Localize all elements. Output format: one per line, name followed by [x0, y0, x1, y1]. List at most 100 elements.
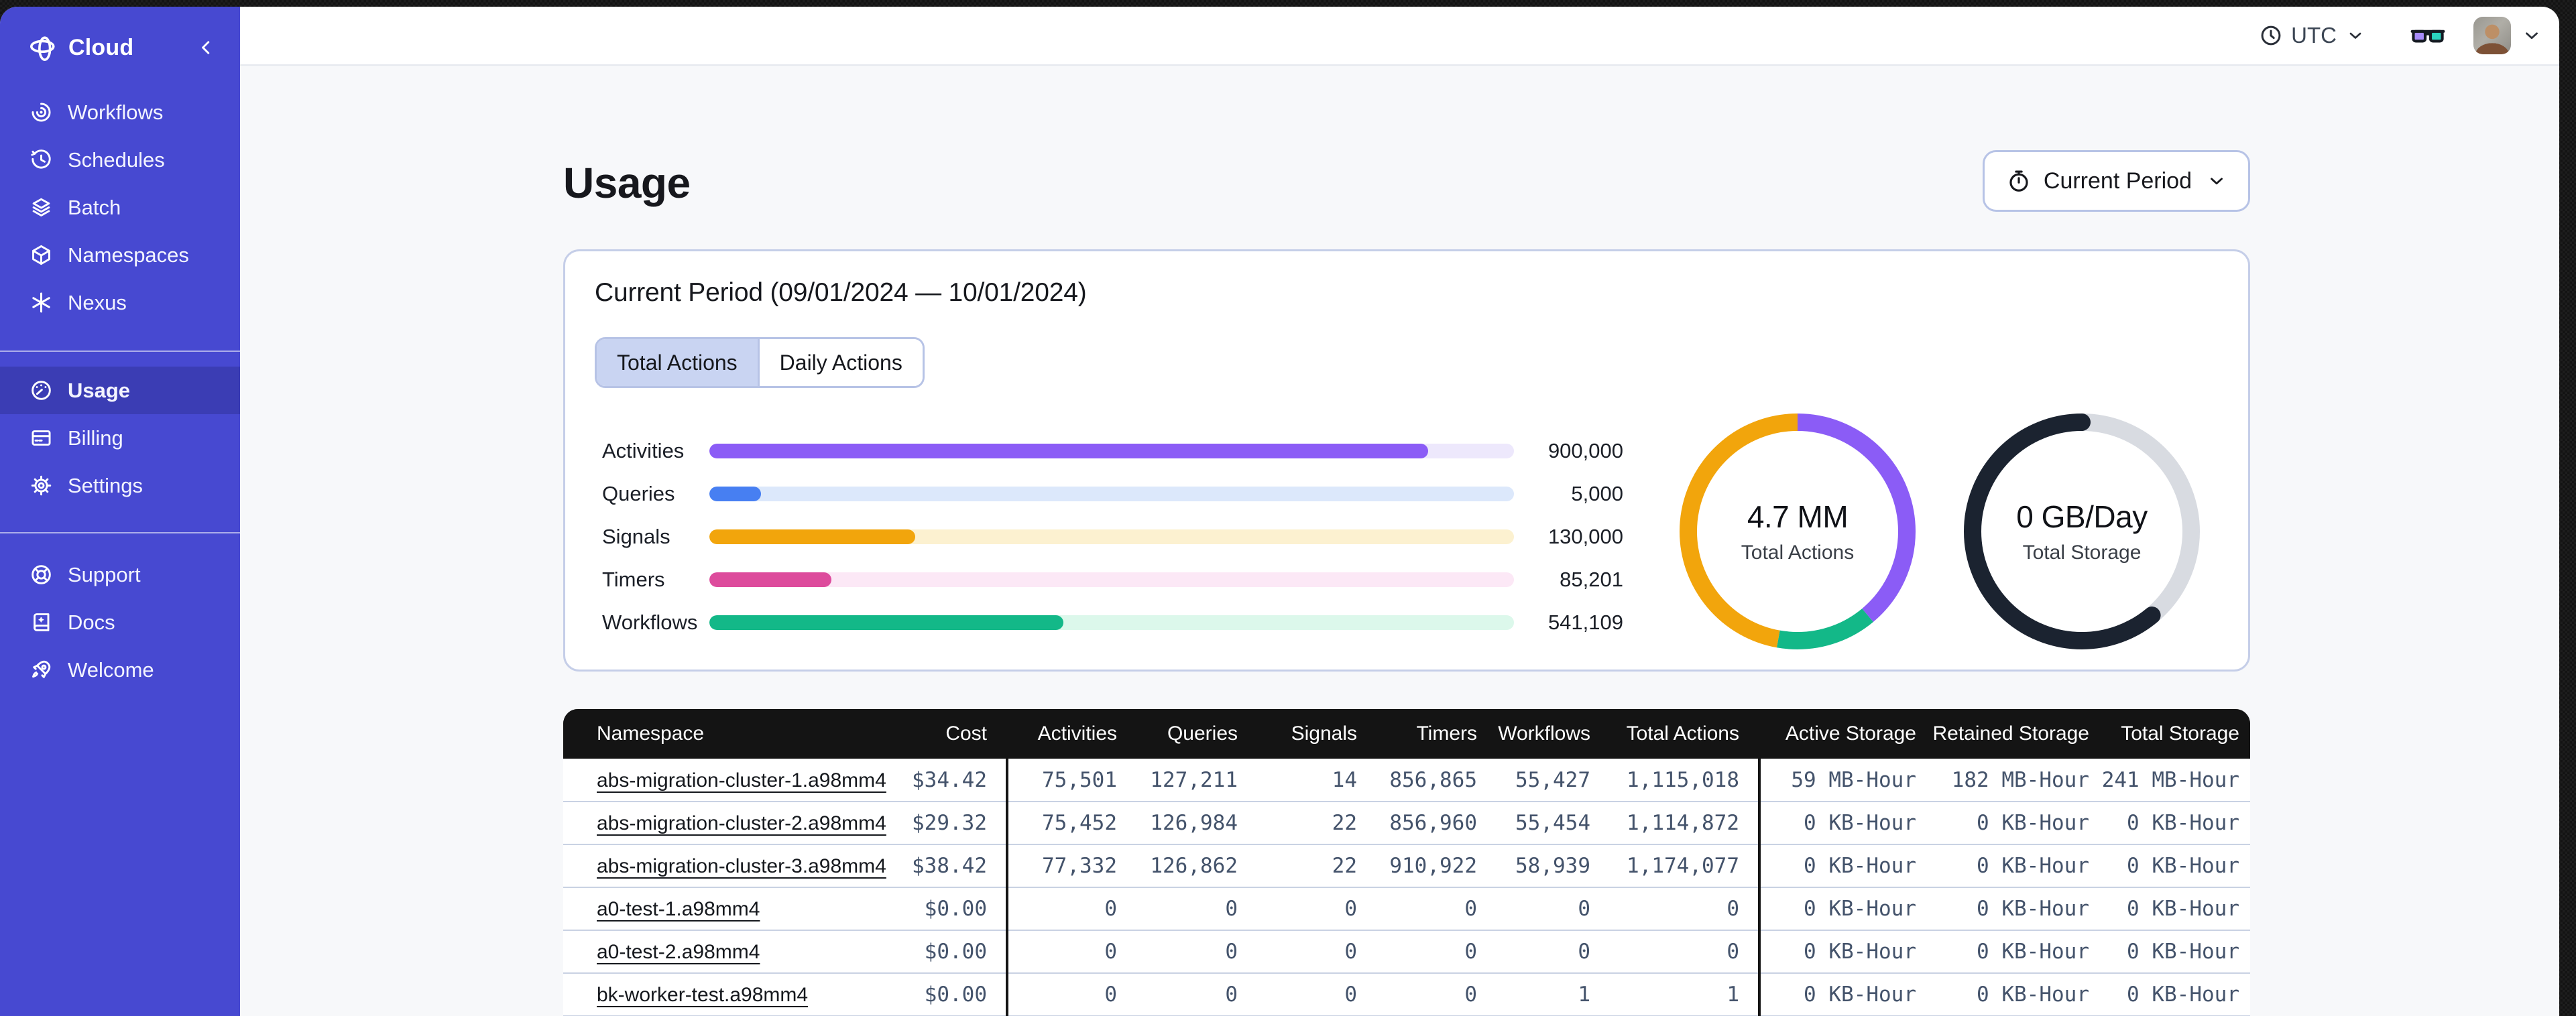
- namespace-cell: a0-test-1.a98mm4: [563, 887, 898, 931]
- value-cell: 1,174,077: [1609, 844, 1759, 888]
- value-cell: 22: [1256, 802, 1376, 845]
- sidebar: Cloud Workflows Schedules Batch Namespac…: [0, 7, 240, 1016]
- bar-fill: [709, 615, 1063, 630]
- value-cell: 0 KB-Hour: [1758, 887, 1927, 931]
- feedback-glasses-icon[interactable]: [2409, 21, 2447, 50]
- usage-bar-row-workflows: Workflows 541,109: [602, 601, 1623, 644]
- schedules-icon: [31, 149, 51, 169]
- value-cell: 0: [1376, 930, 1496, 974]
- total-storage-value: 0 GB/Day: [2016, 499, 2148, 534]
- tab-daily-actions[interactable]: Daily Actions: [757, 339, 923, 386]
- column-header-retained-storage: Retained Storage: [1927, 709, 2100, 759]
- screenshot-root: { "sidebar": { "header": { "label": "Clo…: [0, 0, 2576, 1016]
- value-cell: $0.00: [898, 887, 1007, 931]
- batch-layers-icon: [32, 198, 50, 216]
- value-cell: 0 KB-Hour: [1758, 973, 1927, 1016]
- settings-gear-icon: [31, 475, 52, 496]
- table-row: abs-migration-cluster-1.a98mm4 $34.42 75,5…: [563, 759, 2250, 802]
- bar-label: Activities: [602, 439, 685, 462]
- value-cell: 0: [1376, 887, 1496, 931]
- column-header-namespace: Namespace: [563, 709, 898, 759]
- sidebar-header-cloud[interactable]: Cloud: [0, 24, 240, 71]
- sidebar-item-docs[interactable]: Docs: [0, 598, 240, 646]
- sidebar-item-schedules[interactable]: Schedules: [0, 136, 240, 184]
- usage-bar-row-activities: Activities 900,000: [602, 430, 1623, 472]
- sidebar-item-support[interactable]: Support: [0, 551, 240, 598]
- collapse-sidebar-icon[interactable]: [196, 38, 216, 58]
- period-selector-button[interactable]: Current Period: [1982, 150, 2250, 212]
- temporal-logo-icon: [30, 36, 55, 62]
- value-cell: 0 KB-Hour: [1927, 973, 2100, 1016]
- column-header-timers: Timers: [1376, 709, 1496, 759]
- namespace-cell: abs-migration-cluster-2.a98mm4: [563, 802, 898, 845]
- sidebar-item-batch[interactable]: Batch: [0, 184, 240, 231]
- value-cell: 22: [1256, 844, 1376, 888]
- total-storage-label: Total Storage: [2022, 542, 2142, 564]
- value-cell: 0 KB-Hour: [1927, 930, 2100, 974]
- account-menu-chevron-icon[interactable]: [2522, 25, 2542, 46]
- value-cell: 0: [1136, 887, 1256, 931]
- sidebar-item-label: Workflows: [68, 100, 164, 124]
- namespace-link[interactable]: a0-test-1.a98mm4: [597, 898, 760, 920]
- usage-bar-row-timers: Timers 85,201: [602, 558, 1623, 601]
- value-cell: 14: [1256, 759, 1376, 802]
- namespace-link[interactable]: abs-migration-cluster-3.a98mm4: [597, 855, 886, 877]
- sidebar-item-label: Batch: [68, 195, 121, 219]
- namespace-link[interactable]: a0-test-2.a98mm4: [597, 941, 760, 963]
- value-cell: $38.42: [898, 844, 1007, 888]
- column-header-total-storage: Total Storage: [2100, 709, 2250, 759]
- chevron-down-icon: [2211, 178, 2223, 185]
- chevron-down-icon: [2349, 32, 2361, 39]
- sidebar-item-workflows[interactable]: Workflows: [0, 88, 240, 136]
- support-lifering-icon: [32, 565, 51, 584]
- value-cell: 0: [1256, 887, 1376, 931]
- table-row: a0-test-2.a98mm4 $0.00 0 0 0 0 0 0 0 KB-Hour 0 KB…: [563, 930, 2250, 974]
- sidebar-item-billing[interactable]: Billing: [0, 414, 240, 462]
- value-cell: 55,427: [1496, 759, 1609, 802]
- sidebar-item-usage[interactable]: Usage: [0, 367, 240, 414]
- usage-bar-row-queries: Queries 5,000: [602, 472, 1623, 515]
- stopwatch-icon: [2009, 170, 2028, 192]
- value-cell: 0: [1006, 973, 1136, 1016]
- workflows-icon: [32, 103, 51, 122]
- billing-card-icon: [32, 430, 51, 446]
- namespace-link[interactable]: abs-migration-cluster-2.a98mm4: [597, 812, 886, 834]
- value-cell: 910,922: [1376, 844, 1496, 888]
- bar-track: [709, 615, 1514, 630]
- value-cell: 0: [1136, 930, 1256, 974]
- value-cell: $29.32: [898, 802, 1007, 845]
- sidebar-nav-bottom: Support Docs Welcome: [0, 551, 240, 694]
- value-cell: 1: [1496, 973, 1609, 1016]
- value-cell: 1,114,872: [1609, 802, 1759, 845]
- sidebar-nav-top: Workflows Schedules Batch Namespaces Nex…: [0, 88, 240, 326]
- sidebar-item-namespaces[interactable]: Namespaces: [0, 231, 240, 279]
- timezone-selector[interactable]: UTC: [2259, 23, 2365, 48]
- bar-fill: [709, 529, 916, 544]
- namespaces-cube-icon: [32, 245, 50, 265]
- value-cell: 1,115,018: [1609, 759, 1759, 802]
- sidebar-item-label: Settings: [68, 473, 143, 497]
- value-cell: 75,452: [1006, 802, 1136, 845]
- namespace-link[interactable]: abs-migration-cluster-1.a98mm4: [597, 769, 886, 791]
- namespace-link[interactable]: bk-worker-test.a98mm4: [597, 984, 808, 1006]
- column-header-activities: Activities: [1006, 709, 1136, 759]
- sidebar-item-welcome[interactable]: Welcome: [0, 646, 240, 694]
- bar-label: Signals: [602, 525, 670, 548]
- column-header-workflows: Workflows: [1496, 709, 1609, 759]
- value-cell: 0: [1136, 973, 1256, 1016]
- value-cell: 0: [1376, 973, 1496, 1016]
- sidebar-item-label: Support: [68, 562, 141, 586]
- value-cell: 0: [1609, 930, 1759, 974]
- page-title: Usage: [563, 159, 691, 207]
- sidebar-item-nexus[interactable]: Nexus: [0, 279, 240, 326]
- tab-total-actions[interactable]: Total Actions: [597, 339, 758, 386]
- sidebar-item-label: Namespaces: [68, 243, 189, 267]
- table-row: abs-migration-cluster-3.a98mm4 $38.42 77,3…: [563, 844, 2250, 888]
- value-cell: 126,984: [1136, 802, 1256, 845]
- avatar[interactable]: [2473, 17, 2511, 54]
- value-cell: 55,454: [1496, 802, 1609, 845]
- nexus-asterisk-icon: [32, 292, 50, 313]
- sidebar-item-settings[interactable]: Settings: [0, 462, 240, 509]
- app-window: Cloud Workflows Schedules Batch Namespac…: [0, 7, 2559, 1016]
- value-cell: 0: [1256, 930, 1376, 974]
